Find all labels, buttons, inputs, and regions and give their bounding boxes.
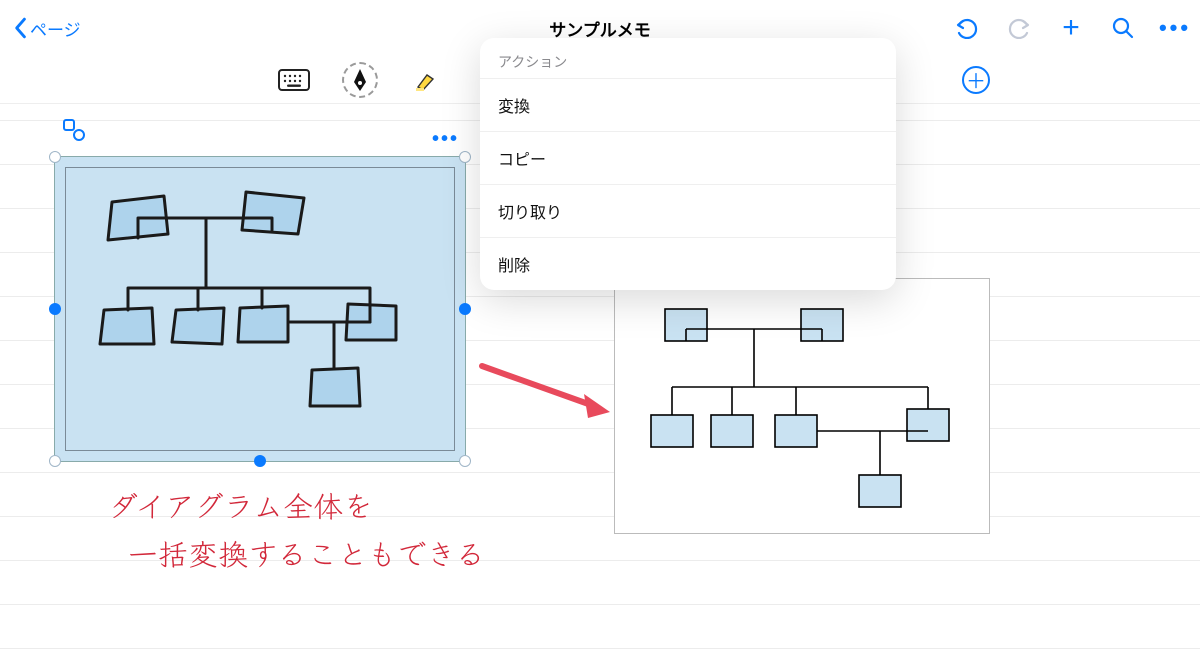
resize-handle-r[interactable] (459, 303, 471, 315)
plus-icon: ＋ (966, 65, 986, 94)
converted-diagram (614, 278, 990, 534)
highlighter-tool[interactable] (408, 62, 444, 98)
drawing-tools (276, 62, 510, 98)
resize-handle-tl[interactable] (49, 151, 61, 163)
keyboard-icon (278, 69, 310, 91)
page-title: サンプルメモ (549, 16, 651, 41)
handwriting-line1: ダイアグラム全体を (108, 480, 486, 528)
handwriting-line2: 一括変換することもできる (128, 528, 486, 576)
pen-tool[interactable] (342, 62, 378, 98)
back-button[interactable]: ページ (12, 16, 81, 41)
redo-button[interactable] (1006, 15, 1032, 41)
chevron-left-icon (12, 17, 28, 39)
context-menu-heading: アクション (480, 38, 896, 78)
context-menu: アクション 変換 コピー 切り取り 削除 (480, 38, 896, 290)
menu-item-delete[interactable]: 削除 (480, 237, 896, 290)
menu-item-copy[interactable]: コピー (480, 131, 896, 184)
resize-handle-br[interactable] (459, 455, 471, 467)
right-toolbar: + ••• (954, 15, 1188, 41)
selection-more-button[interactable]: ••• (432, 128, 459, 151)
resize-handle-l[interactable] (49, 303, 61, 315)
search-button[interactable] (1110, 15, 1136, 41)
add-element-button[interactable]: ＋ (962, 66, 990, 94)
menu-item-convert[interactable]: 変換 (480, 78, 896, 131)
selection-type-icon[interactable] (62, 118, 86, 147)
resize-handle-tr[interactable] (459, 151, 471, 163)
undo-button[interactable] (954, 15, 980, 41)
more-button[interactable]: ••• (1162, 15, 1188, 41)
keyboard-tool[interactable] (276, 62, 312, 98)
pen-icon (349, 67, 371, 93)
new-button[interactable]: + (1058, 15, 1084, 41)
menu-item-cut[interactable]: 切り取り (480, 184, 896, 237)
resize-handle-b[interactable] (254, 455, 266, 467)
handwritten-note: ダイアグラム全体を 一括変換することもできる (108, 480, 486, 576)
arrow-icon (476, 356, 616, 426)
sketch-diagram (64, 168, 456, 448)
resize-handle-bl[interactable] (49, 455, 61, 467)
highlighter-icon (413, 67, 439, 93)
back-label: ページ (30, 16, 81, 41)
